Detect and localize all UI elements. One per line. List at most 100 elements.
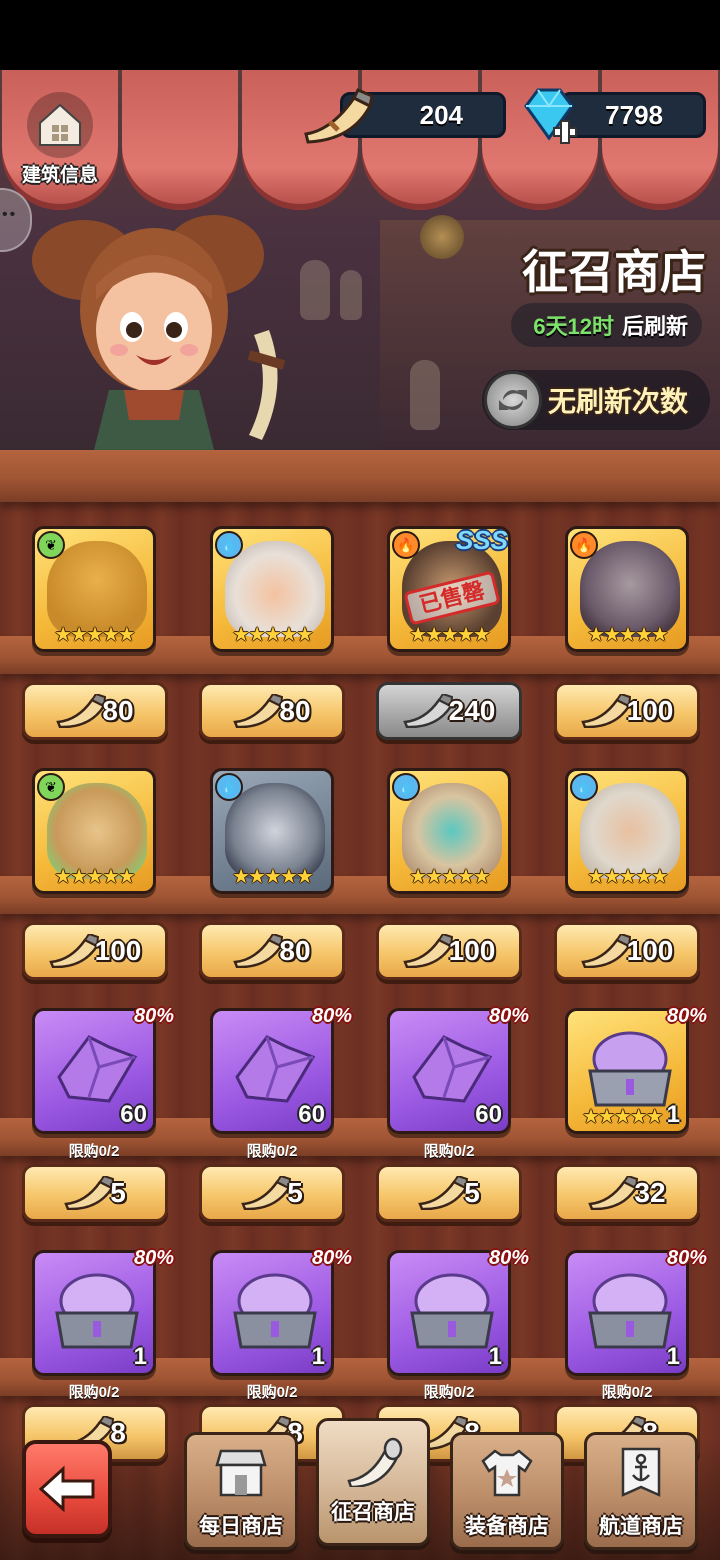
price-amount: 100 [94,935,142,966]
horn-icon [304,88,374,144]
shopkeeper-character [32,215,286,450]
price-button[interactable]: 80 [199,922,345,980]
item-quantity: 60 [298,1101,325,1128]
status-bar [0,0,720,70]
price-amount: 100 [626,695,674,726]
anchor-flag-icon [621,1447,661,1497]
puzzle-shard-icon [412,1035,493,1103]
horn-icon [64,1176,115,1210]
hero-card[interactable]: 💧 ★★★★★ [210,526,334,652]
rank-badge: SSS [455,526,508,555]
storefront-icon [215,1449,267,1497]
hero-card[interactable]: 💧 ★★★★★ [210,768,334,894]
item-quantity: 1 [666,1343,680,1370]
house-icon [27,92,93,158]
refresh-icon [484,371,542,429]
gem-add-icon[interactable] [518,84,580,148]
price-amount: 5 [464,1177,480,1208]
star-rating: ★★★★★ [232,624,314,646]
price-button[interactable]: 32 [554,1164,700,1222]
price-amount: 80 [102,695,134,726]
price-button[interactable]: 80 [22,682,168,740]
item-quantity: 1 [311,1343,325,1370]
discount-badge: 80% [483,996,535,1038]
hero-card[interactable]: 💧 ★★★★★ [387,768,511,894]
refresh-suffix: 后刷新 [621,314,688,339]
horn-icon [580,694,631,728]
star-rating: ★★★★★ [409,866,491,888]
price-button[interactable]: 5 [376,1164,522,1222]
arrow-left-icon [38,1465,95,1513]
horn-icon [402,934,453,968]
discount-badge: 80% [483,1238,535,1280]
gem-currency-value: 7798 [605,99,663,130]
horn-icon [233,934,284,968]
hero-card[interactable]: ❦ ★★★★★ [32,768,156,894]
price-amount: 5 [287,1177,303,1208]
discount-badge: 80% [306,1238,358,1280]
item-quantity: 1 [488,1343,502,1370]
price-button[interactable]: 5 [22,1164,168,1222]
purchase-limit: 限购0/2 [246,1384,298,1401]
water-icon: 💧 [570,773,598,801]
horn-icon [580,934,631,968]
horn-icon [241,1176,292,1210]
price-amount: 32 [634,1177,666,1208]
building-info-label: 建筑信息 [21,165,98,186]
price-button[interactable]: 100 [554,922,700,980]
horn-icon [233,694,284,728]
back-button[interactable] [22,1440,112,1538]
purchase-limit: 限购0/2 [246,1143,298,1160]
hero-card[interactable]: ❦ ★★★★★ [32,526,156,652]
tab-recruit-shop[interactable]: 征召商店 [316,1418,430,1546]
horn-icon [418,1176,469,1210]
puzzle-shard-icon [57,1035,138,1103]
hero-card[interactable]: 💧 ★★★★★ [565,768,689,894]
purchase-limit: 限购0/2 [423,1384,475,1401]
tab-daily-shop[interactable]: 每日商店 [184,1432,298,1550]
item-quantity: 60 [120,1101,147,1128]
tab-equipment-shop[interactable]: 装备商店 [450,1432,564,1550]
star-rating: ★★★★★ [582,1106,664,1128]
vase-decoration [340,270,362,320]
price-button-disabled: 240 [376,682,522,740]
refresh-button[interactable]: 无刷新次数 [482,370,710,430]
refresh-timer: 6天12时 后刷新 [511,303,702,347]
tab-voyage-shop[interactable]: 航道商店 [584,1432,698,1550]
tab-label: 装备商店 [465,1515,549,1538]
price-button[interactable]: 80 [199,682,345,740]
price-amount: 80 [279,695,311,726]
discount-badge: 80% [128,1238,180,1280]
price-button[interactable]: 100 [554,682,700,740]
leaf-icon: ❦ [37,773,65,801]
item-quantity: 60 [475,1101,502,1128]
price-button[interactable]: 100 [376,922,522,980]
lantern-decoration [420,215,464,259]
price-button[interactable]: 100 [22,922,168,980]
water-icon: 💧 [215,531,243,559]
star-rating: ★★★★★ [409,624,491,646]
price-amount: 100 [448,935,496,966]
shelf-plank [0,450,720,502]
horn-currency-value: 204 [419,99,463,130]
gem-currency-counter: 7798 [560,92,706,138]
building-info-button[interactable]: 建筑信息 [20,92,100,188]
no-refresh-label: 无刷新次数 [548,386,689,417]
discount-badge: 80% [128,996,180,1038]
purchase-limit: 限购0/2 [423,1143,475,1160]
purchase-limit: 限购0/2 [68,1143,120,1160]
star-rating: ★★★★★ [232,866,314,888]
price-amount: 240 [448,695,496,726]
refresh-time: 6天12时 [533,314,614,339]
tab-label: 航道商店 [599,1515,683,1538]
hero-card[interactable]: 🔥 ★★★★★ [565,526,689,652]
fire-icon: 🔥 [570,531,598,559]
star-rating: ★★★★★ [587,866,669,888]
vase-decoration [410,360,440,430]
item-quantity: 1 [133,1343,147,1370]
leaf-icon: ❦ [37,531,65,559]
horn-icon [402,694,453,728]
hero-card-sold-out[interactable]: 🔥 SSS 已售罄 ★★★★★ [387,526,511,652]
price-button[interactable]: 5 [199,1164,345,1222]
shop-title: 征召商店 [522,246,706,298]
